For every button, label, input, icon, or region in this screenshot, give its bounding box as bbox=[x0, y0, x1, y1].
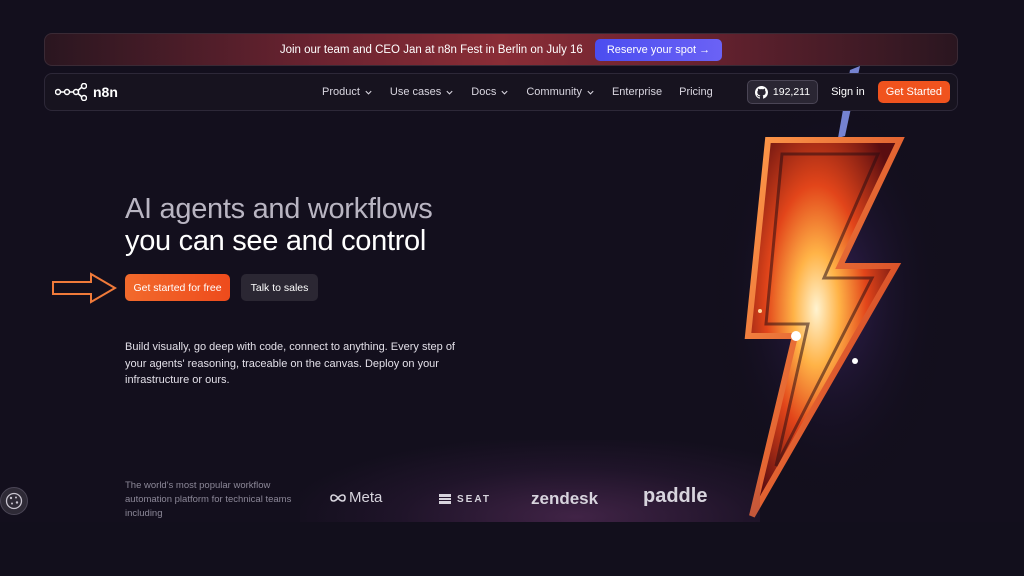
logo-text: n8n bbox=[93, 84, 118, 100]
github-icon bbox=[754, 85, 768, 99]
trust-text: The world's most popular workflow automa… bbox=[125, 480, 292, 519]
page: Join our team and CEO Jan at n8n Fest in… bbox=[0, 0, 1024, 576]
nav-use-cases[interactable]: Use cases bbox=[390, 86, 454, 98]
nav-pricing[interactable]: Pricing bbox=[679, 86, 713, 98]
paddle-logo: paddle bbox=[643, 485, 708, 507]
meta-infinity-icon bbox=[330, 493, 346, 502]
announcement-banner: Join our team and CEO Jan at n8n Fest in… bbox=[44, 33, 958, 66]
chevron-down-icon bbox=[501, 90, 508, 95]
nav-product[interactable]: Product bbox=[322, 86, 373, 98]
arrow-right-icon bbox=[52, 272, 117, 304]
chevron-down-icon bbox=[446, 90, 453, 95]
github-stars-button[interactable]: 192,211 bbox=[746, 80, 819, 104]
nav-actions: 192,211 Sign in Get Started bbox=[746, 80, 950, 104]
cookie-settings-button[interactable] bbox=[0, 487, 28, 515]
meta-logo: Meta bbox=[330, 489, 382, 506]
meta-logo-text: Meta bbox=[349, 489, 383, 506]
top-navigation: n8n Product Use cases Docs Community Ent… bbox=[44, 73, 958, 111]
talk-to-sales-button[interactable]: Talk to sales bbox=[241, 274, 318, 301]
nav-community[interactable]: Community bbox=[526, 86, 595, 98]
get-started-button[interactable]: Get Started bbox=[877, 81, 950, 103]
seat-s-icon bbox=[439, 494, 451, 504]
headline-line1: AI agents and workflows bbox=[125, 193, 433, 225]
nav-use-cases-label: Use cases bbox=[389, 86, 442, 98]
nav-enterprise[interactable]: Enterprise bbox=[612, 86, 662, 98]
headline-line2: you can see and control bbox=[125, 225, 427, 257]
nav-pricing-label: Pricing bbox=[679, 86, 713, 98]
nav-enterprise-label: Enterprise bbox=[611, 86, 663, 98]
n8n-logo-icon bbox=[55, 83, 87, 101]
get-started-free-button[interactable]: Get started for free bbox=[125, 274, 230, 301]
nav-community-label: Community bbox=[526, 86, 582, 98]
github-stars-count: 192,211 bbox=[772, 86, 811, 98]
nav-docs[interactable]: Docs bbox=[471, 86, 509, 98]
n8n-logo[interactable]: n8n bbox=[55, 83, 118, 101]
zendesk-logo: zendesk bbox=[531, 489, 599, 508]
reserve-spot-button[interactable]: Reserve your spot → bbox=[594, 38, 723, 61]
sign-in-link[interactable]: Sign in bbox=[831, 86, 865, 98]
nav-links: Product Use cases Docs Community Enterpr… bbox=[322, 74, 713, 110]
nav-product-label: Product bbox=[322, 86, 360, 98]
nav-docs-label: Docs bbox=[471, 86, 497, 98]
chevron-down-icon bbox=[365, 90, 372, 95]
hero-description: Build visually, go deep with code, conne… bbox=[125, 341, 455, 386]
banner-text: Join our team and CEO Jan at n8n Fest in… bbox=[279, 43, 583, 56]
seat-logo-text: SEAT bbox=[457, 493, 491, 505]
bottom-area bbox=[0, 522, 1024, 576]
chevron-down-icon bbox=[587, 90, 594, 95]
cookie-icon bbox=[5, 492, 23, 510]
seat-logo: SEAT bbox=[438, 492, 491, 506]
